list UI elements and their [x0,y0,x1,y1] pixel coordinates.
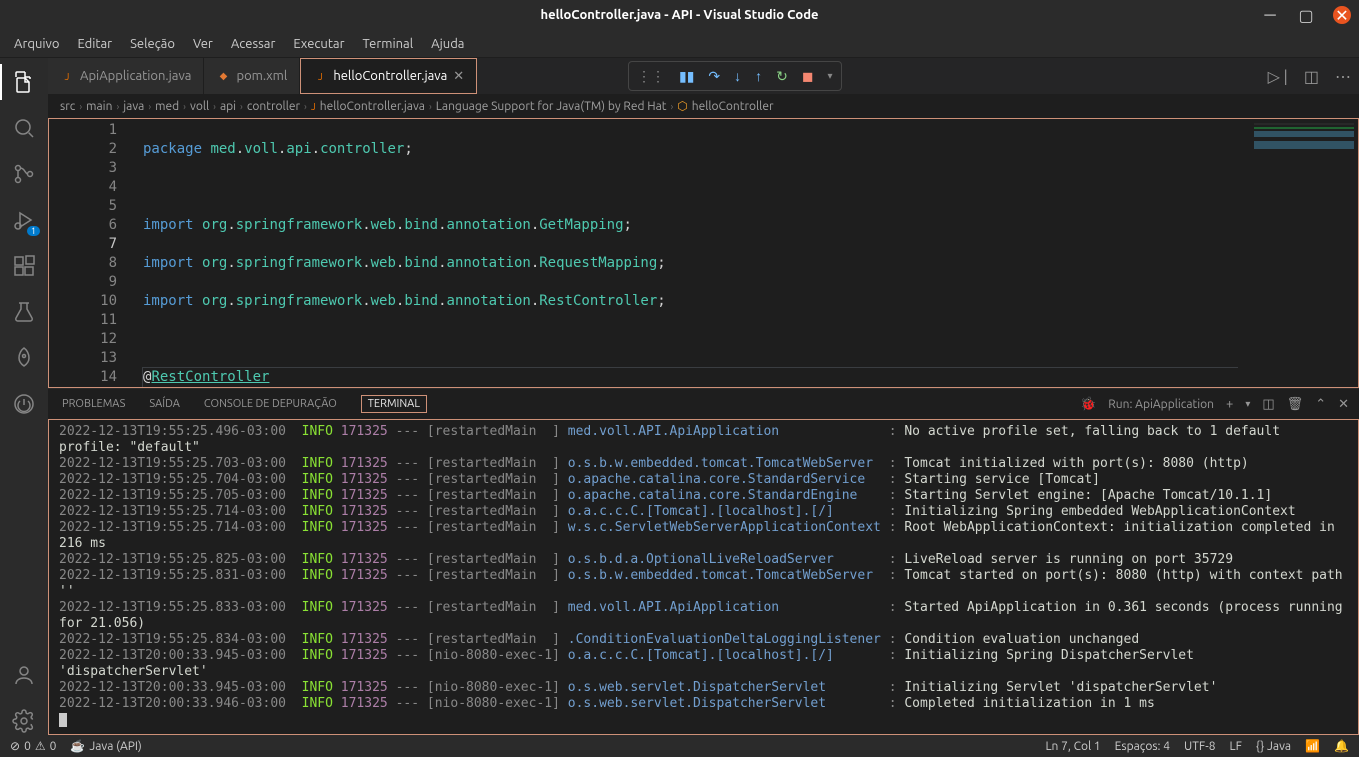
tab-close-icon[interactable]: ✕ [453,69,464,84]
crumb[interactable]: voll [190,100,209,113]
editor-tabs: J ApiApplication.java ◆ pom.xml J helloC… [48,58,1359,94]
step-into-icon[interactable]: ↓ [734,68,741,84]
split-terminal-icon[interactable]: ◫ [1262,397,1274,412]
close-panel-icon[interactable]: ✕ [1338,397,1349,412]
drag-handle-icon[interactable]: ⋮⋮ [637,68,665,85]
crumb[interactable]: java [123,100,144,113]
menu-acessar[interactable]: Acessar [223,34,284,54]
crumb[interactable]: helloController.java [320,100,425,113]
testing-icon[interactable] [10,298,38,326]
status-bar: ⊘ 0 ⚠ 0 ☕ Java (API) Ln 7, Col 1 Espaços… [0,735,1359,757]
crumb[interactable]: Language Support for Java(TM) by Red Hat [436,100,667,113]
menu-ajuda[interactable]: Ajuda [423,34,472,54]
breadcrumb[interactable]: src› main› java› med› voll› api› control… [48,94,1359,118]
crumb[interactable]: controller [247,100,300,113]
tab-problemas[interactable]: PROBLEMAS [62,398,125,410]
search-icon[interactable] [10,114,38,142]
pause-icon[interactable]: ▮▮ [679,68,694,85]
stop-icon[interactable]: ◼ [802,68,814,85]
menu-executar[interactable]: Executar [285,34,352,54]
menu-bar: Arquivo Editar Seleção Ver Acessar Execu… [0,30,1359,58]
debug-config-icon[interactable]: 🐞 [1080,397,1096,412]
java-icon: J [60,69,74,83]
crumb[interactable]: main [86,100,112,113]
menu-terminal[interactable]: Terminal [355,34,422,54]
tab-label: helloController.java [333,69,447,83]
crumb[interactable]: med [155,100,179,113]
account-icon[interactable] [10,661,38,689]
explorer-icon[interactable] [10,68,38,96]
crumb[interactable]: helloController [692,100,774,113]
panel-tabs: PROBLEMAS SAÍDA CONSOLE DE DEPURAÇÃO TER… [48,389,1359,419]
close-icon[interactable]: ✕ [1333,6,1351,24]
run-config-label[interactable]: Run: ApiApplication [1108,398,1214,411]
terminal-output[interactable]: 2022-12-13T19:55:25.496-03:00 INFO 17132… [48,419,1359,735]
trash-icon[interactable]: 🗑 [1287,397,1304,412]
menu-selecao[interactable]: Seleção [122,34,183,54]
debug-badge: 1 [27,226,40,236]
code-content[interactable]: package med.voll.api.controller; import … [143,119,1358,387]
extensions-icon[interactable] [10,252,38,280]
status-errors[interactable]: ⊘ 0 ⚠ 0 [10,739,56,753]
chevron-down-icon[interactable]: ▾ [828,70,833,82]
add-terminal-icon[interactable]: + [1226,397,1233,411]
code-editor[interactable]: 1 2 3 4 5 6 7 8 9 10 11 12 13 14 package… [48,118,1359,388]
java-icon: J [311,101,316,112]
class-icon: ⬡ [677,99,687,113]
status-eol[interactable]: LF [1229,740,1241,753]
activity-bar: 1 [0,58,48,735]
maximize-icon[interactable]: ▢ [1297,6,1315,24]
tab-hellocontroller[interactable]: J helloController.java ✕ [300,58,477,94]
settings-icon[interactable] [10,707,38,735]
power-icon[interactable] [10,390,38,418]
split-icon[interactable]: ◫ [1304,67,1319,86]
tab-label: pom.xml [236,69,287,83]
status-language[interactable]: {} Java [1256,740,1291,753]
xml-icon: ◆ [216,69,230,83]
bottom-panel: PROBLEMAS SAÍDA CONSOLE DE DEPURAÇÃO TER… [48,388,1359,735]
scm-icon[interactable] [10,160,38,188]
restart-icon[interactable]: ↻ [776,68,788,85]
chevron-down-icon[interactable]: ▾ [1245,398,1250,410]
minimize-icon[interactable]: ─ [1261,6,1279,24]
step-out-icon[interactable]: ↑ [755,68,762,84]
java-icon: J [313,69,327,83]
window-title: helloController.java - API - Visual Stud… [541,8,819,22]
status-cursor[interactable]: Ln 7, Col 1 [1045,740,1100,753]
line-gutter: 1 2 3 4 5 6 7 8 9 10 11 12 13 14 [49,119,143,387]
minimap[interactable] [1238,119,1358,387]
menu-editar[interactable]: Editar [69,34,120,54]
tab-saida[interactable]: SAÍDA [149,398,180,410]
run-icon[interactable]: ▷ | [1268,67,1288,86]
title-bar: helloController.java - API - Visual Stud… [0,0,1359,30]
debug-toolbar: ⋮⋮ ▮▮ ↷ ↓ ↑ ↻ ◼ ▾ [628,61,842,91]
crumb[interactable]: src [60,100,75,113]
status-spaces[interactable]: Espaços: 4 [1115,740,1170,753]
tab-console[interactable]: CONSOLE DE DEPURAÇÃO [204,398,337,410]
rocket-icon[interactable] [10,344,38,372]
status-encoding[interactable]: UTF-8 [1184,740,1215,753]
status-java-project[interactable]: ☕ Java (API) [70,739,141,753]
tab-pom[interactable]: ◆ pom.xml [204,58,300,94]
feedback-icon[interactable]: 📶 [1305,739,1320,753]
tab-label: ApiApplication.java [80,69,191,83]
tab-terminal[interactable]: TERMINAL [361,395,427,413]
maximize-panel-icon[interactable]: ⌃ [1315,397,1326,412]
tab-apiapplication[interactable]: J ApiApplication.java [48,58,204,94]
more-icon[interactable]: ⋯ [1335,67,1351,86]
run-debug-icon[interactable]: 1 [10,206,38,234]
crumb[interactable]: api [220,100,236,113]
menu-arquivo[interactable]: Arquivo [6,34,67,54]
menu-ver[interactable]: Ver [185,34,221,54]
bell-icon[interactable]: 🔔 [1334,739,1349,753]
step-over-icon[interactable]: ↷ [708,68,720,85]
